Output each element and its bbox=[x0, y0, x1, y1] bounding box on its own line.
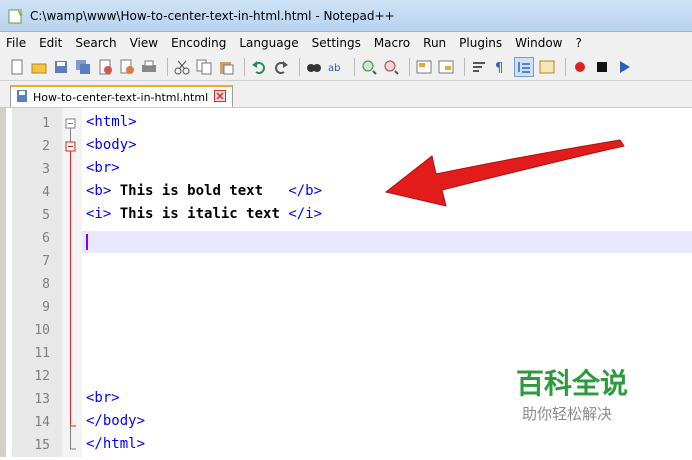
line-number: 12 bbox=[34, 369, 50, 384]
sync-vertical-icon[interactable] bbox=[415, 58, 433, 76]
toolbar-separator bbox=[299, 57, 300, 76]
notepadpp-app-icon[interactable] bbox=[8, 8, 24, 24]
code-line[interactable]: </body> bbox=[86, 413, 145, 429]
line-number: 8 bbox=[42, 277, 50, 292]
tab-bar: How-to-center-text-in-html.html bbox=[0, 81, 692, 107]
menu-plugins[interactable]: Plugins bbox=[459, 36, 502, 50]
line-number: 3 bbox=[42, 162, 50, 177]
close-tab-icon[interactable] bbox=[214, 89, 227, 105]
code-line[interactable]: <body> bbox=[86, 137, 137, 153]
record-macro-icon[interactable] bbox=[571, 58, 589, 76]
toolbar-separator bbox=[464, 57, 465, 76]
code-line[interactable]: <html> bbox=[86, 114, 137, 130]
line-number: 11 bbox=[34, 346, 50, 361]
line-number: 13 bbox=[34, 392, 50, 407]
replace-icon[interactable]: ab bbox=[327, 58, 345, 76]
current-line-highlight bbox=[82, 231, 692, 253]
word-wrap-icon[interactable] bbox=[470, 58, 488, 76]
new-file-icon[interactable] bbox=[8, 58, 26, 76]
line-number: 10 bbox=[34, 323, 50, 338]
line-number: 5 bbox=[42, 208, 50, 223]
save-icon[interactable] bbox=[52, 58, 70, 76]
code-line[interactable]: <b> This is bold text </b> bbox=[86, 183, 322, 199]
line-number: 2 bbox=[42, 139, 50, 154]
indent-guide-icon[interactable] bbox=[514, 56, 534, 77]
code-open-tag: <b> bbox=[86, 183, 112, 199]
line-number: 1 bbox=[42, 116, 50, 131]
play-macro-icon[interactable] bbox=[615, 58, 633, 76]
menu-help[interactable]: ? bbox=[575, 36, 581, 50]
print-icon[interactable] bbox=[140, 58, 158, 76]
watermark-slogan: 助你轻松解决 bbox=[522, 405, 613, 423]
window-title: C:\wamp\www\How-to-center-text-in-html.h… bbox=[30, 8, 395, 23]
code-open-tag: <i> bbox=[86, 206, 112, 222]
code-text: This is italic text bbox=[111, 206, 289, 222]
line-number: 4 bbox=[42, 185, 50, 200]
title-bar: C:\wamp\www\How-to-center-text-in-html.h… bbox=[0, 0, 692, 32]
redo-icon[interactable] bbox=[272, 58, 290, 76]
menu-bar: File Edit Search View Encoding Language … bbox=[0, 32, 692, 53]
menu-view[interactable]: View bbox=[130, 36, 158, 50]
tab-label: How-to-center-text-in-html.html bbox=[33, 90, 209, 104]
code-close-tag: </b> bbox=[288, 183, 323, 199]
paste-icon[interactable] bbox=[217, 58, 235, 76]
menu-window[interactable]: Window bbox=[515, 36, 562, 50]
tab-how-to-center-text-in-html[interactable]: How-to-center-text-in-html.html bbox=[10, 85, 234, 107]
close-all-icon[interactable] bbox=[118, 58, 136, 76]
zoom-out-icon[interactable] bbox=[382, 58, 400, 76]
undo-icon[interactable] bbox=[250, 58, 268, 76]
watermark-logo-text: 百科全说 bbox=[516, 367, 629, 400]
toolbar-separator bbox=[244, 57, 245, 76]
find-icon[interactable] bbox=[305, 58, 323, 76]
code-close-tag: </i> bbox=[288, 206, 323, 222]
red-arrow-annotation bbox=[384, 139, 625, 207]
code-text: This is bold text bbox=[111, 183, 289, 199]
line-number: 7 bbox=[42, 254, 50, 269]
toolbar: ab ¶ bbox=[0, 53, 692, 81]
text-caret bbox=[86, 234, 88, 250]
toolbar-separator bbox=[354, 57, 355, 76]
menu-file[interactable]: File bbox=[6, 36, 26, 50]
line-number: 6 bbox=[42, 231, 50, 246]
user-defined-language-icon[interactable] bbox=[538, 58, 556, 76]
code-line[interactable]: <i> This is italic text </i> bbox=[86, 206, 322, 222]
code-line[interactable]: <br> bbox=[86, 160, 120, 176]
menu-language[interactable]: Language bbox=[239, 36, 298, 50]
line-number: 9 bbox=[42, 300, 50, 315]
code-line[interactable]: </html> bbox=[86, 436, 145, 452]
code-line[interactable]: <br> bbox=[86, 390, 120, 406]
copy-icon[interactable] bbox=[195, 58, 213, 76]
line-number: 14 bbox=[34, 415, 50, 430]
svg-text:¶: ¶ bbox=[495, 61, 503, 75]
open-file-icon[interactable] bbox=[30, 58, 48, 76]
menu-search[interactable]: Search bbox=[75, 36, 116, 50]
close-file-icon[interactable] bbox=[96, 58, 114, 76]
save-all-icon[interactable] bbox=[74, 58, 92, 76]
file-icon bbox=[15, 89, 29, 106]
cut-icon[interactable] bbox=[173, 58, 191, 76]
fold-margin bbox=[62, 108, 82, 457]
line-number: 15 bbox=[34, 438, 50, 453]
sync-horizontal-icon[interactable] bbox=[437, 58, 455, 76]
svg-text:ab: ab bbox=[328, 63, 340, 74]
toolbar-separator bbox=[565, 57, 566, 76]
show-all-characters-icon[interactable]: ¶ bbox=[492, 58, 510, 76]
toolbar-separator bbox=[167, 57, 168, 76]
menu-settings[interactable]: Settings bbox=[312, 36, 361, 50]
menu-encoding[interactable]: Encoding bbox=[171, 36, 226, 50]
stop-macro-icon[interactable] bbox=[593, 58, 611, 76]
menu-run[interactable]: Run bbox=[423, 36, 446, 50]
menu-edit[interactable]: Edit bbox=[39, 36, 62, 50]
menu-macro[interactable]: Macro bbox=[374, 36, 410, 50]
toolbar-separator bbox=[409, 57, 410, 76]
window-edge bbox=[0, 108, 6, 457]
zoom-in-icon[interactable] bbox=[360, 58, 378, 76]
